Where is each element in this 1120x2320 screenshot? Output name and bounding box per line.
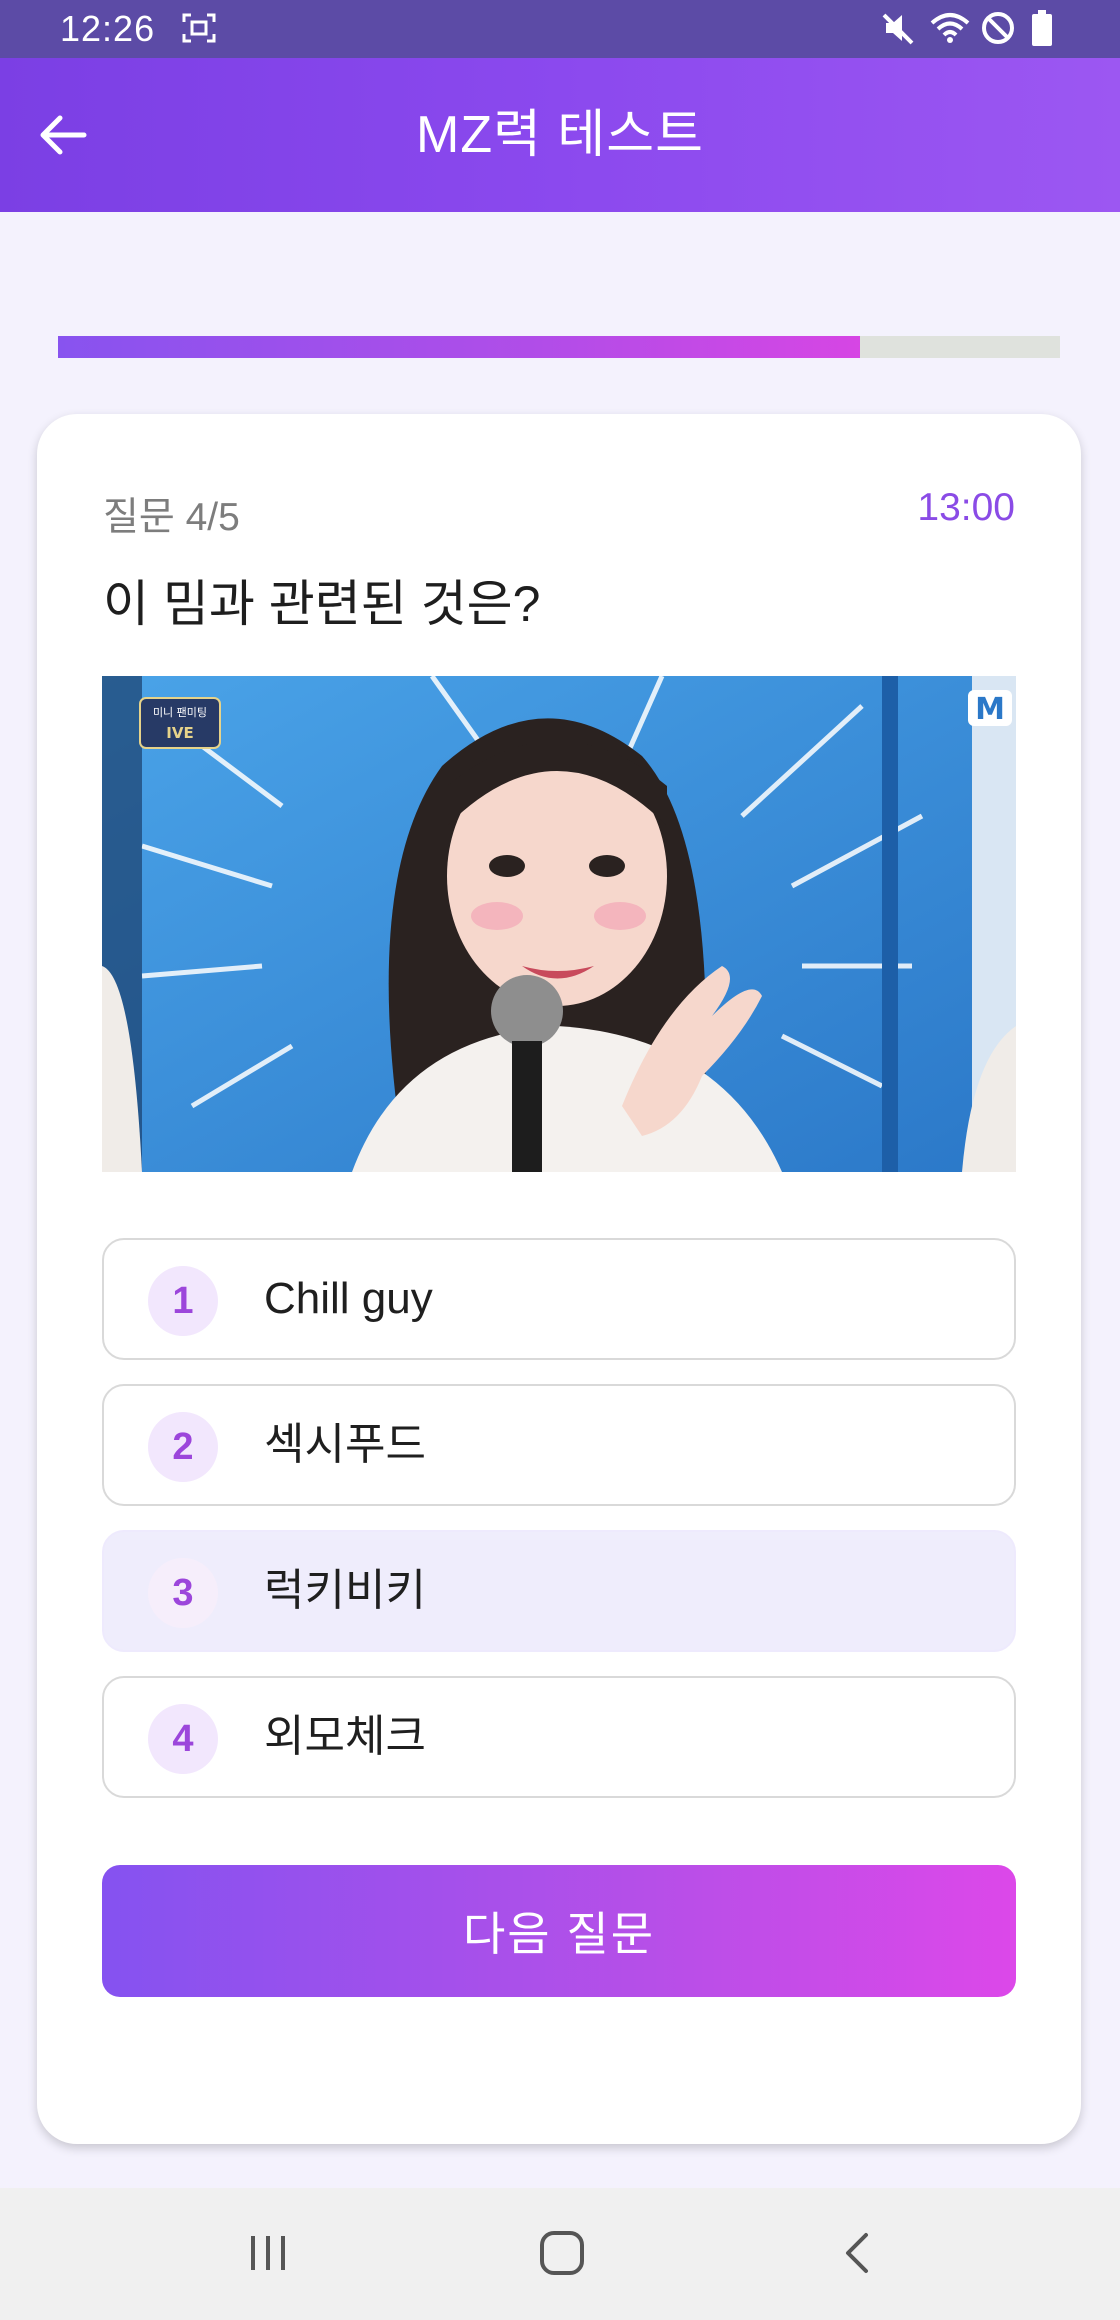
question-timer: 13:00 — [917, 486, 1015, 529]
option-label: 외모체크 — [264, 1712, 426, 1761]
question-counter: 질문 4/5 — [103, 496, 240, 539]
option-label: 럭키비키 — [264, 1566, 426, 1615]
option-label: Chill guy — [264, 1274, 433, 1323]
option-label: 섹시푸드 — [264, 1420, 426, 1469]
option-number: 4 — [148, 1704, 218, 1774]
battery-icon — [1030, 9, 1066, 47]
option-number: 2 — [148, 1412, 218, 1482]
next-question-button[interactable]: 다음 질문 — [102, 1865, 1016, 1997]
back-arrow-icon — [40, 115, 87, 155]
mute-icon — [880, 9, 916, 47]
status-icons — [880, 9, 1066, 47]
option-number: 1 — [148, 1266, 218, 1336]
channel-logo: M — [975, 692, 1005, 727]
option-1[interactable]: 1 Chill guy — [102, 1238, 1016, 1360]
progress-bar — [58, 336, 1060, 358]
status-bar: 12:26 — [0, 0, 1120, 58]
answer-options: 1 Chill guy 2 섹시푸드 3 럭키비키 4 외모체크 — [102, 1238, 1016, 1822]
badge-top-text: 미니 팬미팅 — [153, 706, 207, 719]
recent-apps-icon[interactable] — [228, 2218, 308, 2288]
option-4[interactable]: 4 외모체크 — [102, 1676, 1016, 1798]
system-nav-bar — [0, 2188, 1120, 2320]
back-icon[interactable] — [818, 2218, 898, 2288]
option-number: 3 — [148, 1558, 218, 1628]
home-icon[interactable] — [522, 2218, 602, 2288]
screenshot-icon — [182, 12, 216, 44]
progress-fill — [58, 336, 860, 358]
wifi-icon — [930, 9, 970, 47]
question-card: 질문 4/5 13:00 이 밈과 관련된 것은? 미니 팬미팅 IVE M 1… — [37, 414, 1081, 2144]
meme-photo: 미니 팬미팅 IVE M — [102, 676, 1016, 1172]
do-not-disturb-icon — [980, 9, 1016, 47]
page-title: MZ력 테스트 — [416, 106, 704, 164]
option-2[interactable]: 2 섹시푸드 — [102, 1384, 1016, 1506]
back-button[interactable] — [30, 102, 96, 168]
option-3[interactable]: 3 럭키비키 — [102, 1530, 1016, 1652]
question-text: 이 밈과 관련된 것은? — [103, 576, 541, 632]
status-time: 12:26 — [60, 8, 156, 49]
app-bar: MZ력 테스트 — [0, 58, 1120, 212]
badge-bottom-text: IVE — [166, 724, 193, 742]
meme-image: 미니 팬미팅 IVE M — [102, 676, 1016, 1172]
